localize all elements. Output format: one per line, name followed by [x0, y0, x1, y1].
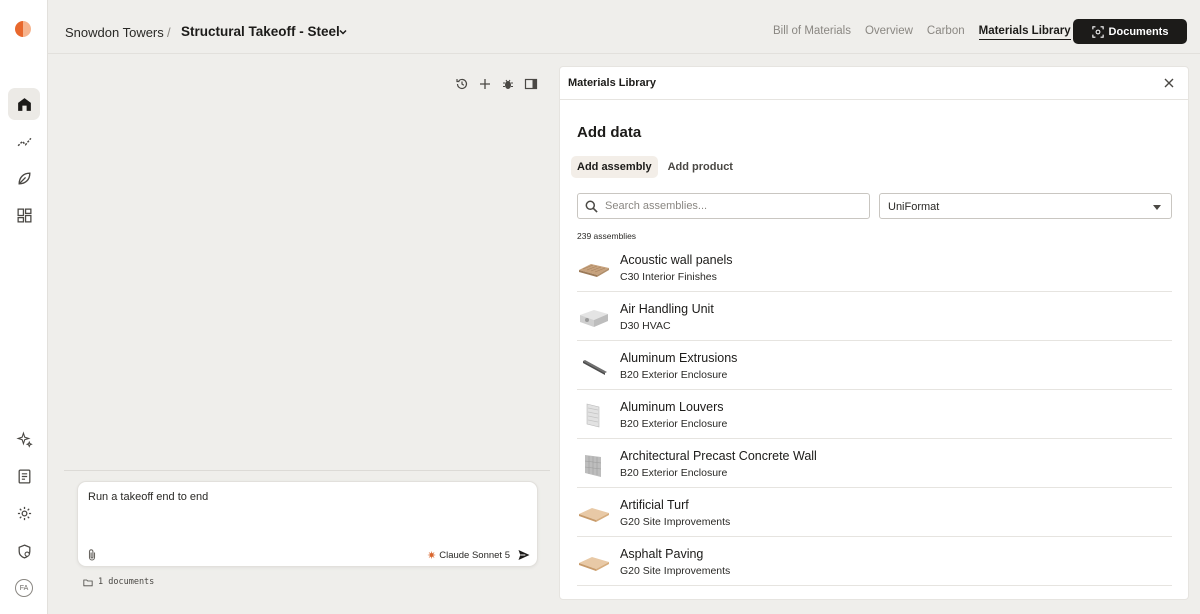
assembly-category: G20 Site Improvements: [620, 516, 731, 528]
documents-count-label: 1 documents: [98, 577, 155, 587]
history-button[interactable]: [455, 77, 469, 91]
panel-header: Materials Library: [560, 67, 1188, 100]
assembly-category: C30 Interior Finishes: [620, 271, 717, 283]
toggle-panel-button[interactable]: [524, 77, 538, 91]
sidebar-panel-icon: [524, 78, 538, 90]
rail-settings-button[interactable]: [8, 497, 40, 529]
model-label: Claude Sonnet 5: [439, 550, 510, 561]
caret-down-icon: [1153, 205, 1161, 210]
list-item[interactable]: Artificial Turf G20 Site Improvements: [577, 488, 1172, 537]
attached-documents[interactable]: 1 documents: [83, 577, 154, 587]
send-icon[interactable]: [517, 548, 531, 562]
nav-overview[interactable]: Overview: [865, 25, 913, 40]
assembly-count: 239 assemblies: [577, 231, 637, 241]
trend-icon: [17, 137, 31, 146]
classification-value: UniFormat: [888, 201, 940, 213]
list-item[interactable]: Acoustic wall panels C30 Interior Finishe…: [577, 243, 1172, 292]
search-icon: [585, 200, 598, 213]
pane-toolbar: [455, 77, 538, 91]
folder-icon: [83, 579, 93, 586]
assembly-category: D30 HVAC: [620, 320, 671, 332]
plus-icon: [480, 79, 490, 89]
assembly-category: G20 Site Improvements: [620, 565, 731, 577]
rail-carbon-button[interactable]: [8, 162, 40, 194]
breadcrumb-file[interactable]: Structural Takeoff - Steel: [181, 24, 340, 39]
nav-materials-library[interactable]: Materials Library: [978, 25, 1071, 40]
assembly-thumbnail: [578, 549, 610, 575]
scan-document-icon: [1091, 25, 1104, 38]
assembly-name: Asphalt Paving: [620, 547, 704, 561]
close-icon[interactable]: [1162, 76, 1176, 90]
debug-button[interactable]: [501, 77, 515, 91]
history-icon: [456, 78, 468, 90]
assembly-name: Architectural Precast Concrete Wall: [620, 449, 817, 463]
paperclip-icon[interactable]: [86, 548, 98, 562]
materials-library-panel: Materials Library Add data Add assembly …: [559, 66, 1189, 600]
assembly-thumbnail: [578, 500, 610, 526]
chat-input-box[interactable]: Run a takeoff end to end ✷ Claude Sonnet…: [77, 481, 538, 567]
assembly-thumbnail: [578, 451, 610, 477]
gear-icon: [17, 506, 31, 520]
pane-divider: [64, 470, 550, 471]
leaf-icon: [17, 171, 31, 185]
left-rail: FA: [0, 0, 48, 614]
rail-analytics-button[interactable]: [8, 125, 40, 157]
new-chat-button[interactable]: [478, 77, 492, 91]
rail-reports-button[interactable]: [8, 460, 40, 492]
list-item[interactable]: Aluminum Louvers B20 Exterior Enclosure: [577, 390, 1172, 439]
claude-spark-icon: ✷: [427, 550, 437, 562]
bug-icon: [503, 79, 513, 89]
top-bar: Snowdon Towers / Structural Takeoff - St…: [48, 0, 1200, 54]
chat-input-text[interactable]: Run a takeoff end to end: [88, 491, 208, 503]
assembly-category: B20 Exterior Enclosure: [620, 418, 728, 430]
model-selector[interactable]: ✷ Claude Sonnet 5: [427, 549, 510, 562]
classification-select[interactable]: UniFormat: [879, 193, 1172, 219]
assembly-name: Aluminum Extrusions: [620, 351, 738, 365]
nav-bill-of-materials[interactable]: Bill of Materials: [773, 25, 851, 40]
breadcrumb-project[interactable]: Snowdon Towers: [65, 25, 164, 40]
search-input[interactable]: [605, 197, 860, 215]
home-icon: [17, 97, 31, 111]
rail-ai-button[interactable]: [8, 423, 40, 455]
tab-add-assembly[interactable]: Add assembly: [571, 156, 658, 178]
document-icon: [18, 468, 30, 484]
chevron-down-icon[interactable]: [337, 26, 349, 38]
assembly-category: B20 Exterior Enclosure: [620, 467, 728, 479]
assembly-thumbnail: [578, 353, 610, 379]
rail-security-button[interactable]: [8, 535, 40, 567]
app-window: FA Snowdon Towers / Structural Takeoff -…: [0, 0, 1200, 614]
add-data-heading: Add data: [577, 124, 642, 141]
shield-search-icon: [18, 543, 30, 559]
assembly-name: Acoustic wall panels: [620, 253, 733, 267]
assembly-name: Artificial Turf: [620, 498, 689, 512]
nav-carbon[interactable]: Carbon: [927, 25, 965, 40]
sparkles-icon: [15, 430, 33, 448]
rail-dashboard-button[interactable]: [8, 199, 40, 231]
grid-icon: [16, 207, 32, 223]
assembly-list: Acoustic wall panels C30 Interior Finishe…: [577, 243, 1172, 586]
rail-home-button[interactable]: [8, 88, 40, 120]
list-item[interactable]: Air Handling Unit D30 HVAC: [577, 292, 1172, 341]
top-nav: Bill of Materials Overview Carbon Materi…: [773, 25, 1071, 40]
assembly-category: B20 Exterior Enclosure: [620, 369, 728, 381]
breadcrumb-separator: /: [167, 25, 171, 40]
user-avatar[interactable]: FA: [15, 579, 33, 597]
app-logo[interactable]: [15, 21, 31, 37]
panel-tabs: Add assembly Add product: [571, 156, 739, 178]
assembly-search[interactable]: [577, 193, 870, 219]
assembly-thumbnail: [578, 304, 610, 330]
assembly-name: Air Handling Unit: [620, 302, 714, 316]
list-item[interactable]: Asphalt Paving G20 Site Improvements: [577, 537, 1172, 586]
assembly-thumbnail: [578, 402, 610, 428]
documents-button-label: Documents: [1108, 25, 1169, 38]
documents-button[interactable]: Documents: [1073, 19, 1187, 44]
assembly-thumbnail: [578, 255, 610, 281]
tab-add-product[interactable]: Add product: [662, 156, 739, 178]
panel-title: Materials Library: [568, 77, 657, 89]
list-item[interactable]: Aluminum Extrusions B20 Exterior Enclosur…: [577, 341, 1172, 390]
list-item[interactable]: Architectural Precast Concrete Wall B20 E…: [577, 439, 1172, 488]
assembly-name: Aluminum Louvers: [620, 400, 724, 414]
